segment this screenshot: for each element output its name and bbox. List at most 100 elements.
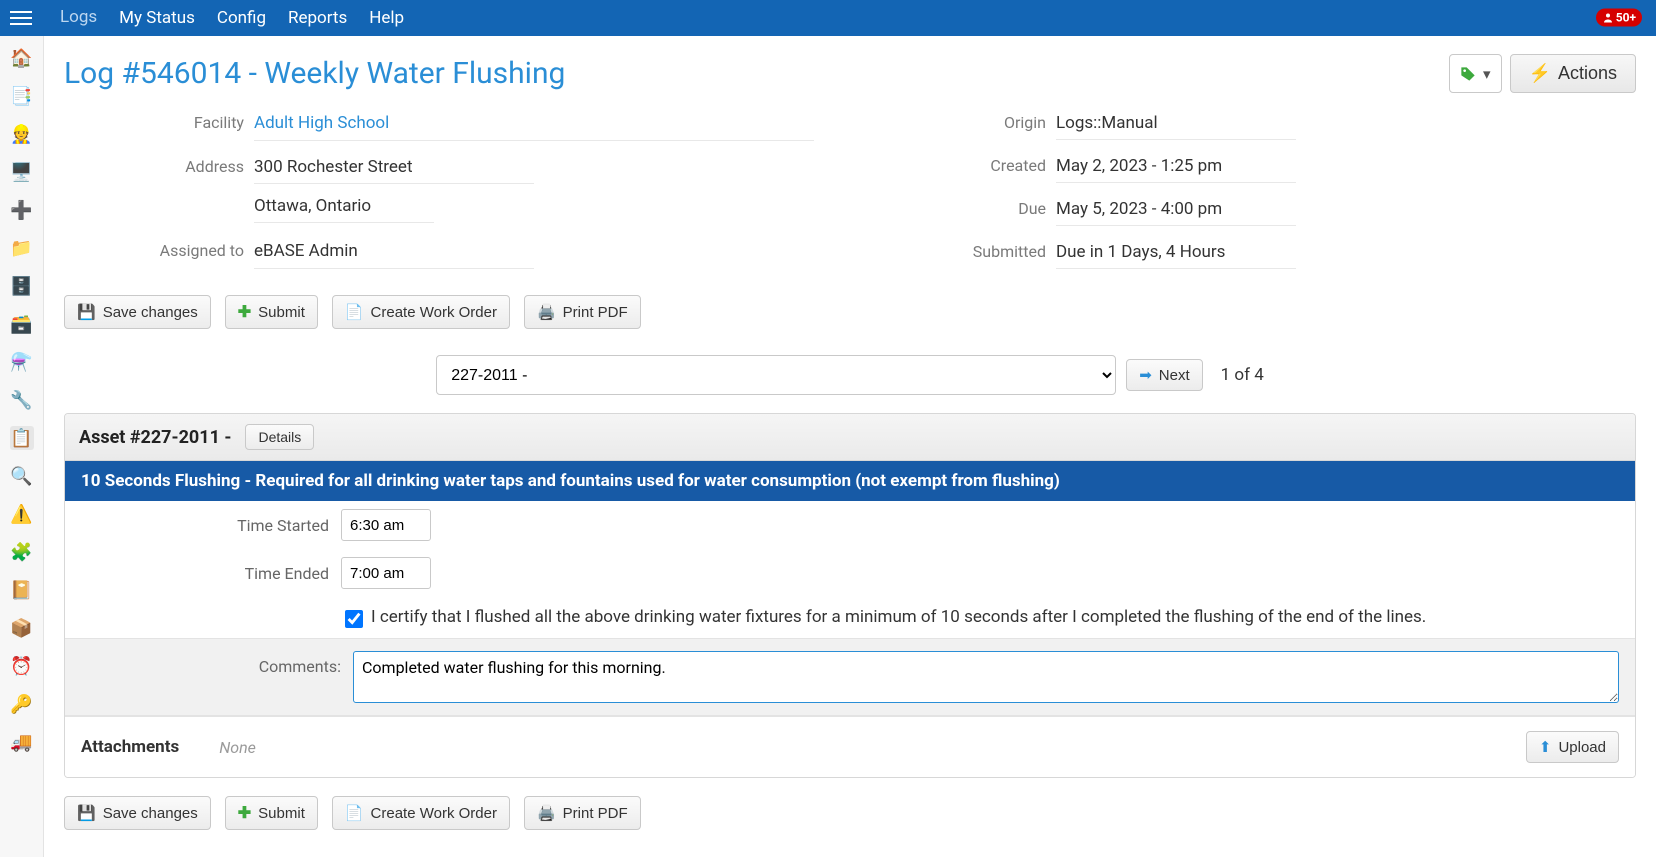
pager-text: 1 of 4 [1221, 365, 1264, 385]
next-label: Next [1159, 367, 1190, 384]
storage-icon[interactable]: 🗄️ [10, 274, 34, 298]
work-order-icon: 📄 [345, 303, 364, 321]
create-wo-label: Create Work Order [371, 304, 497, 321]
menu-toggle-icon[interactable] [10, 7, 32, 29]
clipboard-icon[interactable]: 📋 [10, 426, 34, 450]
save-icon: 💾 [77, 804, 96, 822]
due-value: May 5, 2023 - 4:00 pm [1056, 197, 1296, 226]
page-title: Log #546014 - Weekly Water Flushing [64, 56, 565, 91]
print-pdf-label: Print PDF [563, 304, 628, 321]
assigned-label: Assigned to [104, 239, 244, 269]
time-started-input[interactable] [341, 509, 431, 541]
origin-label: Origin [926, 111, 1046, 140]
certification-row: I certify that I flushed all the above d… [65, 597, 1635, 638]
created-value: May 2, 2023 - 1:25 pm [1056, 154, 1296, 183]
details-button[interactable]: Details [245, 424, 314, 450]
title-actions: ▾ ⚡ Actions [1449, 54, 1636, 93]
warning-icon[interactable]: ⚠️ [10, 502, 34, 526]
info-col-right: Origin Logs::Manual Created May 2, 2023 … [926, 111, 1296, 269]
tag-icon [1460, 66, 1476, 82]
asset-panel: Asset #227-2011 - Details 10 Seconds Flu… [64, 413, 1636, 778]
action-button-row-bottom: 💾 Save changes ✚ Submit 📄 Create Work Or… [64, 796, 1636, 830]
create-work-order-button-bottom[interactable]: 📄 Create Work Order [332, 796, 510, 830]
create-work-order-button[interactable]: 📄 Create Work Order [332, 295, 510, 329]
clock-icon[interactable]: ⏰ [10, 654, 34, 678]
save-button[interactable]: 💾 Save changes [64, 295, 211, 329]
upload-label: Upload [1558, 739, 1606, 756]
search-doc-icon[interactable]: 🔍 [10, 464, 34, 488]
time-ended-label: Time Ended [81, 564, 341, 583]
address-label: Address [104, 155, 244, 224]
plus-icon: ✚ [238, 302, 251, 322]
print-pdf-button-bottom[interactable]: 🖨️ Print PDF [524, 796, 641, 830]
nav-logs[interactable]: Logs [60, 7, 97, 29]
arrow-right-icon: ➡ [1139, 366, 1152, 384]
lightning-icon: ⚡ [1529, 63, 1551, 84]
actions-button[interactable]: ⚡ Actions [1510, 54, 1636, 93]
submit-button[interactable]: ✚ Submit [225, 295, 318, 329]
asset-selector-row: 227-2011 - ➡ Next 1 of 4 [64, 355, 1636, 395]
print-pdf-label: Print PDF [563, 805, 628, 822]
archive-icon[interactable]: 🗃️ [10, 312, 34, 336]
nav-help[interactable]: Help [369, 8, 404, 28]
work-order-icon: 📄 [345, 804, 364, 822]
notification-count: 50+ [1616, 11, 1636, 25]
submit-button-bottom[interactable]: ✚ Submit [225, 796, 318, 830]
time-started-row: Time Started [65, 501, 1635, 549]
truck-icon[interactable]: 🚚 [10, 730, 34, 754]
due-label: Due [926, 197, 1046, 226]
asset-title: Asset #227-2011 - [79, 427, 231, 448]
flask-icon[interactable]: ⚗️ [10, 350, 34, 374]
home-icon[interactable]: 🏠 [10, 46, 34, 70]
copy-icon[interactable]: 📑 [10, 84, 34, 108]
submitted-value: Due in 1 Days, 4 Hours [1056, 240, 1296, 269]
hardhat-icon[interactable]: 👷 [10, 122, 34, 146]
next-asset-button[interactable]: ➡ Next [1126, 359, 1202, 391]
time-started-label: Time Started [81, 516, 341, 535]
nav-reports[interactable]: Reports [288, 8, 347, 28]
plus-icon: ✚ [238, 803, 251, 823]
comments-label: Comments: [81, 651, 341, 676]
monitor-icon[interactable]: 🖥️ [10, 160, 34, 184]
folder-icon[interactable]: 📁 [10, 236, 34, 260]
address-line2: Ottawa, Ontario [254, 194, 434, 223]
comments-textarea[interactable] [353, 651, 1619, 703]
upload-button[interactable]: ⬆ Upload [1526, 731, 1619, 763]
time-ended-input[interactable] [341, 557, 431, 589]
save-label: Save changes [103, 304, 198, 321]
wrench-icon[interactable]: 🔧 [10, 388, 34, 412]
upload-icon: ⬆ [1539, 738, 1552, 756]
submit-label: Submit [258, 304, 305, 321]
nav-config[interactable]: Config [217, 8, 266, 28]
tag-dropdown-button[interactable]: ▾ [1449, 54, 1502, 93]
key-icon[interactable]: 🔑 [10, 692, 34, 716]
assigned-value: eBASE Admin [254, 239, 534, 269]
facility-link[interactable]: Adult High School [254, 111, 814, 141]
medical-icon[interactable]: ➕ [10, 198, 34, 222]
save-label: Save changes [103, 805, 198, 822]
book-icon[interactable]: 📔 [10, 578, 34, 602]
action-button-row-top: 💾 Save changes ✚ Submit 📄 Create Work Or… [64, 295, 1636, 329]
nav-my-status[interactable]: My Status [119, 8, 195, 28]
puzzle-icon[interactable]: 🧩 [10, 540, 34, 564]
actions-label: Actions [1558, 63, 1617, 84]
attachments-none: None [219, 738, 256, 757]
save-icon: 💾 [77, 303, 96, 321]
facility-label: Facility [104, 111, 244, 141]
asset-dropdown[interactable]: 227-2011 - [436, 355, 1116, 395]
chevron-down-icon: ▾ [1483, 65, 1491, 83]
print-pdf-button[interactable]: 🖨️ Print PDF [524, 295, 641, 329]
submit-label: Submit [258, 805, 305, 822]
printer-icon: 🖨️ [537, 303, 556, 321]
time-ended-row: Time Ended [65, 549, 1635, 597]
user-icon [1602, 12, 1614, 24]
certification-text: I certify that I flushed all the above d… [371, 607, 1426, 627]
top-bar: Logs My Status Config Reports Help 50+ [0, 0, 1656, 36]
save-button-bottom[interactable]: 💾 Save changes [64, 796, 211, 830]
info-grid: Facility Adult High School Address 300 R… [64, 111, 1636, 269]
notification-badge[interactable]: 50+ [1596, 9, 1642, 27]
box-icon[interactable]: 📦 [10, 616, 34, 640]
notifications[interactable]: 50+ [1596, 9, 1642, 28]
create-wo-label: Create Work Order [371, 805, 497, 822]
certification-checkbox[interactable] [345, 610, 363, 628]
